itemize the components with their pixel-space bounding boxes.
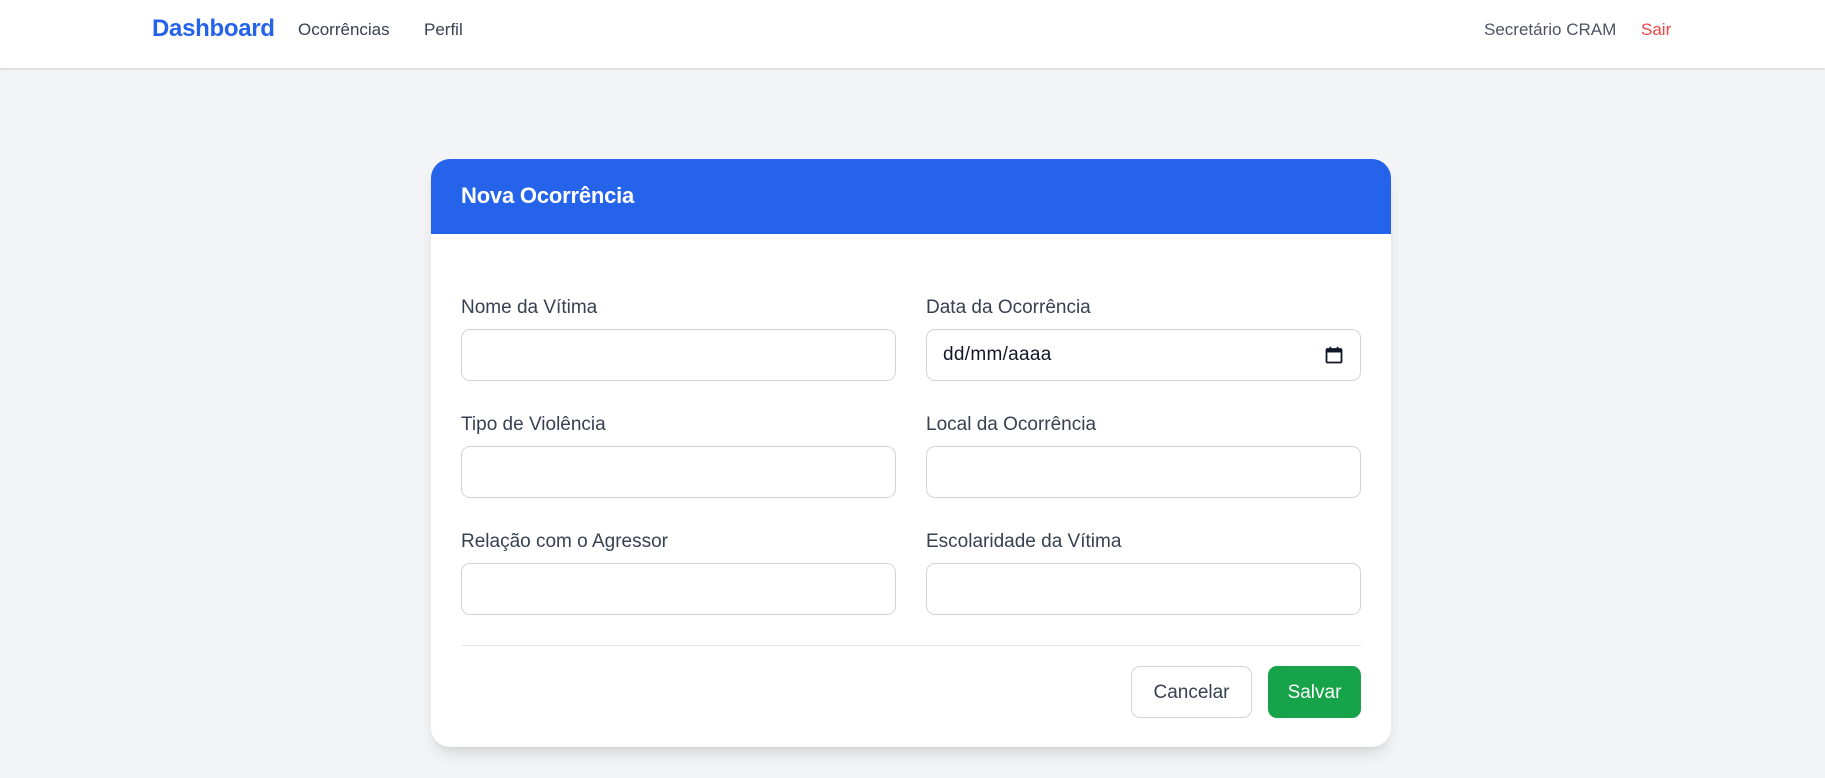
save-button[interactable]: Salvar — [1268, 666, 1361, 718]
data-ocorrencia-input[interactable]: dd/mm/aaaa — [926, 329, 1361, 381]
nav-link-perfil[interactable]: Perfil — [424, 20, 463, 40]
data-ocorrencia-placeholder: dd/mm/aaaa — [943, 344, 1052, 365]
logout-link[interactable]: Sair — [1641, 20, 1671, 40]
card-header: Nova Ocorrência — [431, 159, 1391, 234]
local-ocorrencia-input[interactable] — [926, 446, 1361, 498]
tipo-violencia-input[interactable] — [461, 446, 896, 498]
relacao-agressor-input[interactable] — [461, 563, 896, 615]
new-occurrence-card: Nova Ocorrência Nome da Vítima Data da O… — [431, 159, 1391, 747]
top-navbar: Dashboard Ocorrências Perfil Secretário … — [0, 0, 1825, 68]
nome-vitima-label: Nome da Vítima — [461, 297, 598, 318]
nome-vitima-input[interactable] — [461, 329, 896, 381]
data-ocorrencia-label: Data da Ocorrência — [926, 297, 1091, 318]
calendar-icon[interactable] — [1324, 345, 1344, 365]
nav-link-ocorrencias[interactable]: Ocorrências — [298, 20, 390, 40]
form-divider — [461, 645, 1361, 646]
current-user-name: Secretário CRAM — [1484, 20, 1617, 39]
cancel-button[interactable]: Cancelar — [1131, 666, 1252, 718]
escolaridade-vitima-input[interactable] — [926, 563, 1361, 615]
nav-brand-dashboard[interactable]: Dashboard — [152, 15, 275, 43]
escolaridade-vitima-label: Escolaridade da Vítima — [926, 531, 1122, 552]
card-title: Nova Ocorrência — [461, 183, 635, 208]
tipo-violencia-label: Tipo de Violência — [461, 414, 606, 435]
local-ocorrencia-label: Local da Ocorrência — [926, 414, 1097, 435]
relacao-agressor-label: Relação com o Agressor — [461, 531, 668, 552]
